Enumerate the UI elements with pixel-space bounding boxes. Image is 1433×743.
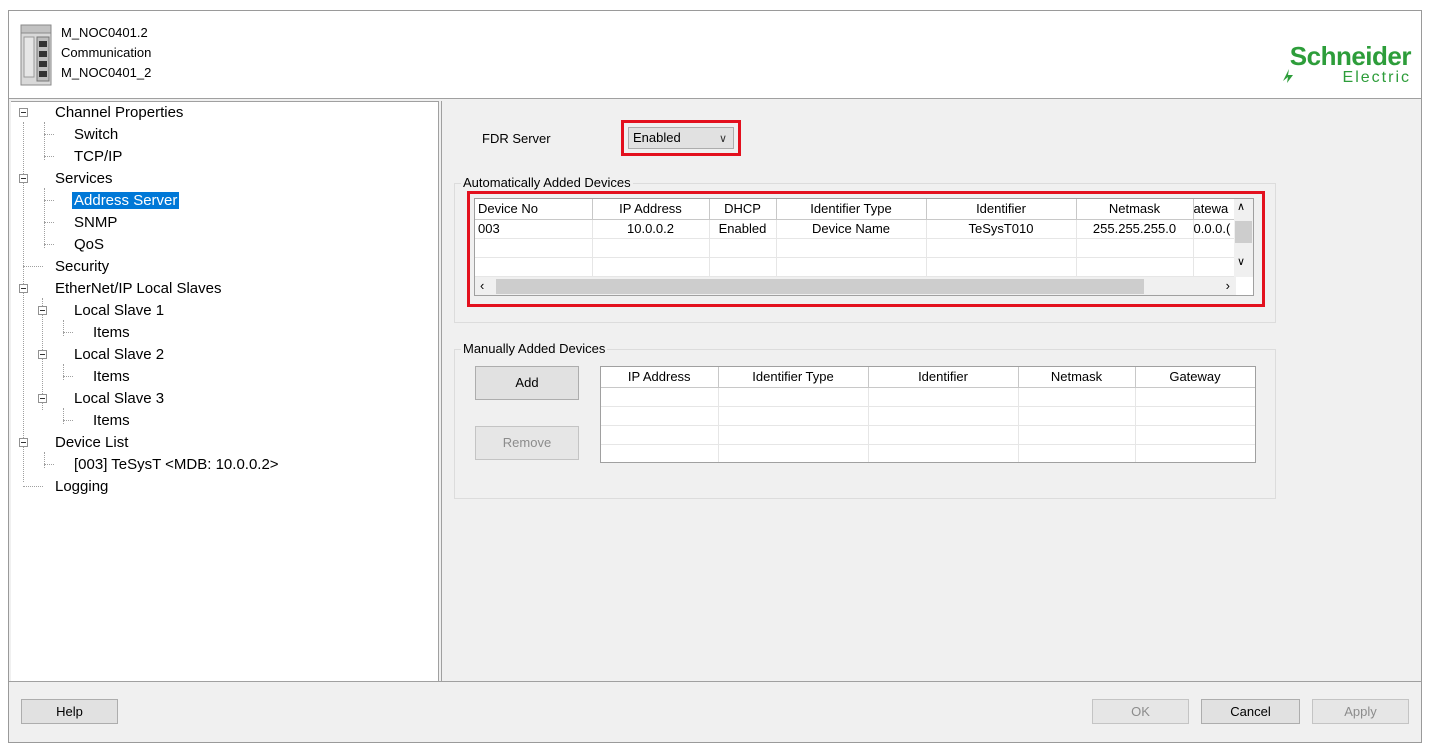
column-header-gateway[interactable]: atewa	[1193, 199, 1236, 220]
auto-devices-table-container: Device No IP Address DHCP Identifier Typ…	[474, 198, 1254, 296]
collapse-toggle-icon[interactable]	[19, 284, 28, 293]
vertical-scrollbar[interactable]: ∧ ∨	[1234, 199, 1253, 277]
table-row[interactable]	[601, 387, 1255, 407]
module-info: M_NOC0401.2 Communication M_NOC0401_2	[61, 23, 151, 83]
tree-item-logging[interactable]: Logging	[55, 476, 108, 498]
tree-item-items[interactable]: Items	[93, 366, 130, 388]
column-header-identifier[interactable]: Identifier	[868, 367, 1019, 388]
manual-devices-table-container: IP Address Identifier Type Identifier Ne…	[600, 366, 1256, 463]
footer: Help OK Cancel Apply	[9, 681, 1421, 741]
column-header-netmask[interactable]: Netmask	[1076, 199, 1194, 220]
collapse-toggle-icon[interactable]	[38, 350, 47, 359]
column-header-gateway[interactable]: Gateway	[1135, 367, 1255, 388]
collapse-toggle-icon[interactable]	[19, 174, 28, 183]
tree-item-snmp[interactable]: SNMP	[74, 212, 117, 234]
scroll-down-icon[interactable]: ∨	[1237, 255, 1245, 268]
logo-mark-icon	[1283, 69, 1293, 83]
manual-devices-table: IP Address Identifier Type Identifier Ne…	[601, 367, 1255, 462]
column-header-dhcp[interactable]: DHCP	[709, 199, 777, 220]
tree-item-channel-properties[interactable]: Channel Properties	[55, 102, 183, 124]
panel-splitter[interactable]	[439, 101, 442, 691]
cell-identifier-type[interactable]: Device Name	[776, 219, 927, 239]
tree-item-local-slave-3[interactable]: Local Slave 3	[74, 388, 164, 410]
scroll-thumb-horizontal[interactable]	[496, 279, 1144, 294]
collapse-toggle-icon[interactable]	[38, 394, 47, 403]
scroll-up-icon[interactable]: ∧	[1237, 200, 1245, 213]
column-header-identifier[interactable]: Identifier	[926, 199, 1077, 220]
tree-item-items[interactable]: Items	[93, 410, 130, 432]
table-row[interactable]: 003 10.0.0.2 Enabled Device Name TeSysT0…	[475, 219, 1236, 239]
cell-identifier[interactable]: TeSysT010	[926, 219, 1077, 239]
table-row[interactable]	[601, 406, 1255, 426]
dialog-window: M_NOC0401.2 Communication M_NOC0401_2 Sc…	[8, 10, 1422, 743]
module-icon	[20, 24, 52, 86]
logo-electric-text: Electric	[1342, 69, 1411, 86]
cell-device-no[interactable]: 003	[475, 219, 593, 239]
cancel-button[interactable]: Cancel	[1201, 699, 1300, 724]
remove-button[interactable]: Remove	[475, 426, 579, 460]
module-instance: M_NOC0401_2	[61, 65, 152, 80]
column-header-ip-address[interactable]: IP Address	[592, 199, 710, 220]
module-name: M_NOC0401.2	[61, 25, 148, 40]
column-header-ip-address[interactable]: IP Address	[601, 367, 719, 388]
tree-item-device-list[interactable]: Device List	[55, 432, 128, 454]
table-row[interactable]	[601, 425, 1255, 445]
tree-item-ethernet-ip-local-slaves[interactable]: EtherNet/IP Local Slaves	[55, 278, 221, 300]
auto-devices-title: Automatically Added Devices	[461, 175, 633, 190]
column-header-netmask[interactable]: Netmask	[1018, 367, 1136, 388]
cell-gateway[interactable]: 0.0.0.(	[1193, 219, 1236, 239]
tree-item-tcp-ip[interactable]: TCP/IP	[74, 146, 122, 168]
header: M_NOC0401.2 Communication M_NOC0401_2 Sc…	[9, 11, 1421, 99]
navigation-tree: Channel Properties Switch TCP/IP Service…	[11, 101, 439, 691]
scroll-right-icon[interactable]: ›	[1226, 278, 1230, 293]
fdr-server-value: Enabled	[633, 130, 681, 145]
add-button[interactable]: Add	[475, 366, 579, 400]
scroll-left-icon[interactable]: ‹	[480, 278, 484, 293]
tree-item-local-slave-1[interactable]: Local Slave 1	[74, 300, 164, 322]
table-row[interactable]	[475, 257, 1236, 277]
scroll-thumb[interactable]	[1235, 221, 1252, 243]
schneider-logo: Schneider Electric	[1251, 41, 1412, 89]
module-type: Communication	[61, 45, 152, 60]
column-header-identifier-type[interactable]: Identifier Type	[776, 199, 927, 220]
tree-item-local-slave-2[interactable]: Local Slave 2	[74, 344, 164, 366]
apply-button[interactable]: Apply	[1312, 699, 1409, 724]
fdr-server-label: FDR Server	[482, 131, 551, 146]
tree-item-items[interactable]: Items	[93, 322, 130, 344]
horizontal-scrollbar[interactable]: ‹ ›	[475, 277, 1236, 295]
tree-item-address-server[interactable]: Address Server	[72, 190, 180, 212]
collapse-toggle-icon[interactable]	[19, 438, 28, 447]
tree-item-qos[interactable]: QoS	[74, 234, 104, 256]
tree-item-services[interactable]: Services	[55, 168, 113, 190]
help-button[interactable]: Help	[21, 699, 118, 724]
column-header-identifier-type[interactable]: Identifier Type	[718, 367, 869, 388]
cell-dhcp[interactable]: Enabled	[709, 219, 777, 239]
manual-devices-title: Manually Added Devices	[461, 341, 608, 356]
tree-item-switch[interactable]: Switch	[74, 124, 118, 146]
chevron-down-icon: ∨	[718, 133, 727, 145]
cell-ip-address[interactable]: 10.0.0.2	[592, 219, 710, 239]
ok-button[interactable]: OK	[1092, 699, 1189, 724]
tree-item-security[interactable]: Security	[55, 256, 109, 278]
collapse-toggle-icon[interactable]	[19, 108, 28, 117]
cell-netmask[interactable]: 255.255.255.0	[1076, 219, 1194, 239]
column-header-device-no[interactable]: Device No	[475, 199, 593, 220]
collapse-toggle-icon[interactable]	[38, 306, 47, 315]
tree-item-device-tesyst[interactable]: [003] TeSysT <MDB: 10.0.0.2>	[74, 454, 279, 476]
fdr-server-select[interactable]: Enabled ∨	[628, 127, 734, 149]
logo-schneider-text: Schneider	[1289, 41, 1412, 71]
auto-devices-table: Device No IP Address DHCP Identifier Typ…	[475, 199, 1236, 277]
table-row[interactable]	[475, 238, 1236, 258]
address-server-panel: FDR Server Enabled ∨ Automatically Added…	[443, 101, 1421, 691]
table-row[interactable]	[601, 444, 1255, 462]
